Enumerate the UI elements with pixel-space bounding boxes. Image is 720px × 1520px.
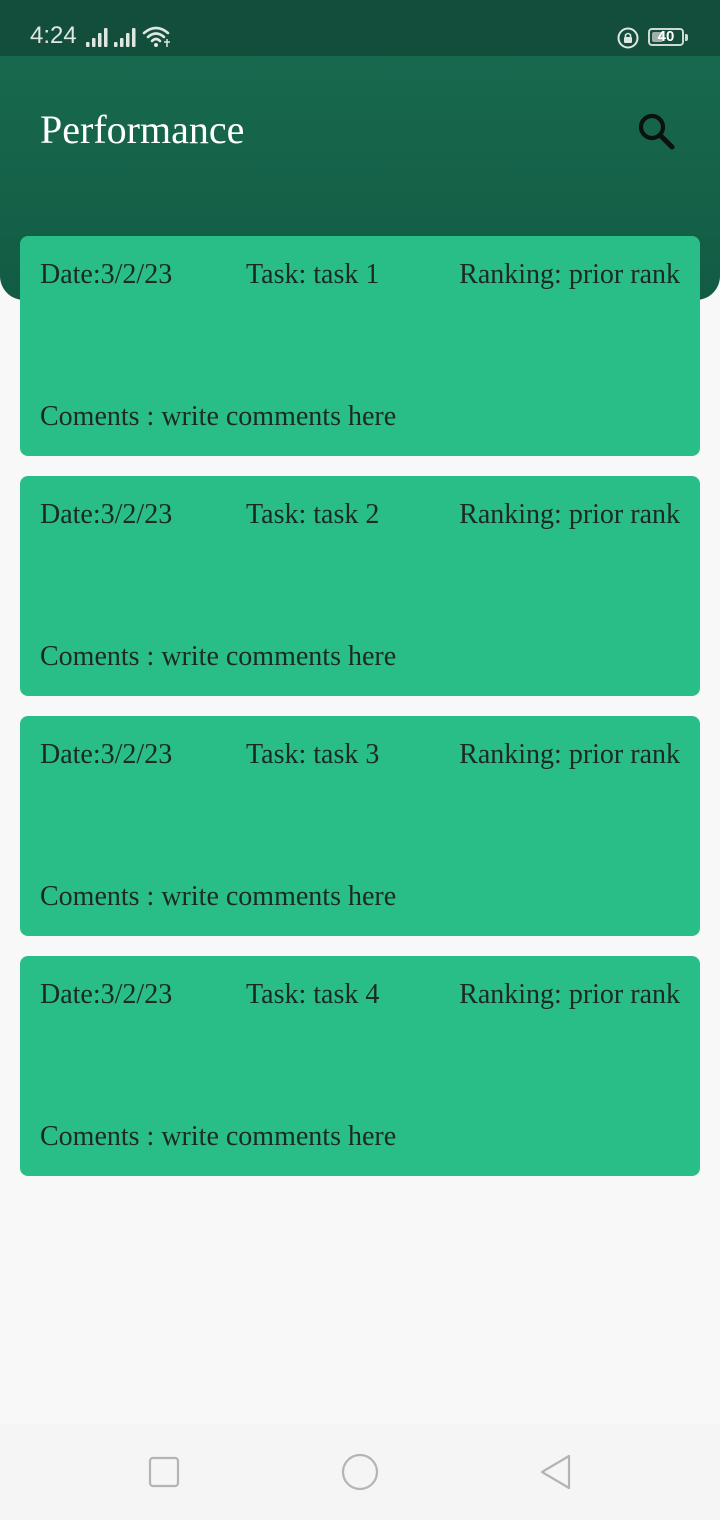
card-ranking: Ranking: prior rank <box>459 259 680 290</box>
card-comments: Coments : write comments here <box>40 641 397 672</box>
recents-button[interactable] <box>144 1452 184 1492</box>
rotation-lock-icon <box>617 27 639 49</box>
card-task: Task: task 4 <box>246 979 380 1010</box>
card-comments: Coments : write comments here <box>40 1121 397 1152</box>
signal-strength-icon <box>114 28 136 47</box>
wifi-icon <box>142 26 170 47</box>
card-task: Task: task 1 <box>246 259 380 290</box>
card-comments: Coments : write comments here <box>40 401 397 432</box>
status-bar: 4:24 40 <box>0 0 720 56</box>
signal-strength-icon <box>86 28 108 47</box>
performance-card[interactable]: Date:3/2/23 Task: task 3 Ranking: prior … <box>20 716 700 936</box>
circle-home-icon <box>341 1453 379 1491</box>
status-time: 4:24 <box>30 22 77 49</box>
card-ranking: Ranking: prior rank <box>459 739 680 770</box>
battery-tip <box>685 34 688 41</box>
system-nav-bar <box>0 1424 720 1520</box>
card-date: Date:3/2/23 <box>40 259 173 290</box>
performance-card[interactable]: Date:3/2/23 Task: task 2 Ranking: prior … <box>20 476 700 696</box>
page-title: Performance <box>40 107 245 152</box>
battery-icon: 40 <box>648 28 684 46</box>
card-date: Date:3/2/23 <box>40 979 173 1010</box>
battery-level: 40 <box>657 28 675 45</box>
performance-card[interactable]: Date:3/2/23 Task: task 4 Ranking: prior … <box>20 956 700 1176</box>
home-button[interactable] <box>340 1452 380 1492</box>
card-task: Task: task 3 <box>246 739 380 770</box>
triangle-back-icon <box>540 1454 571 1490</box>
card-comments: Coments : write comments here <box>40 881 397 912</box>
search-icon <box>638 113 675 150</box>
card-ranking: Ranking: prior rank <box>459 499 680 530</box>
performance-list: Date:3/2/23 Task: task 1 Ranking: prior … <box>20 236 700 1196</box>
performance-card[interactable]: Date:3/2/23 Task: task 1 Ranking: prior … <box>20 236 700 456</box>
card-task: Task: task 2 <box>246 499 380 530</box>
square-recents-icon <box>148 1456 180 1488</box>
back-button[interactable] <box>536 1452 576 1492</box>
search-button[interactable] <box>630 106 682 158</box>
card-ranking: Ranking: prior rank <box>459 979 680 1010</box>
card-date: Date:3/2/23 <box>40 499 173 530</box>
card-date: Date:3/2/23 <box>40 739 173 770</box>
